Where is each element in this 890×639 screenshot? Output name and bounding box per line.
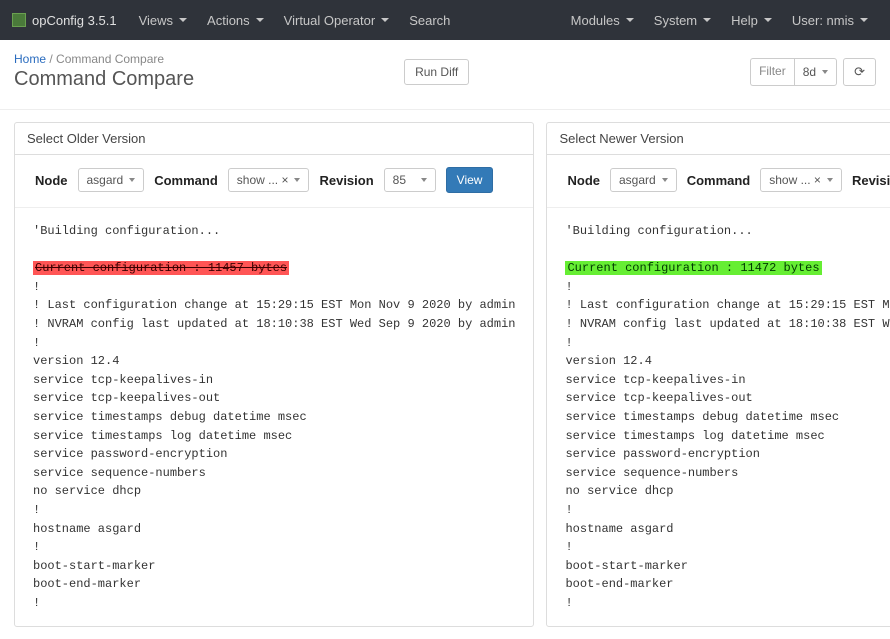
older-controls: Node asgard Command show ... × Revision … xyxy=(15,155,533,208)
navbar: opConfig 3.5.1 Views Actions Virtual Ope… xyxy=(0,0,890,40)
chevron-down-icon xyxy=(827,178,833,182)
newer-diff-line: Current configuration : 11472 bytes xyxy=(565,261,821,275)
older-diff-line: Current configuration : 11457 bytes xyxy=(33,261,289,275)
breadcrumb: Home / Command Compare xyxy=(14,52,194,66)
node-label: Node xyxy=(35,173,68,188)
nav-help[interactable]: Help xyxy=(721,13,782,28)
chevron-down-icon xyxy=(129,178,135,182)
brand-text: opConfig 3.5.1 xyxy=(32,13,117,28)
nav-user[interactable]: User: nmis xyxy=(782,13,878,28)
refresh-icon: ⟳ xyxy=(854,64,865,80)
nav-search[interactable]: Search xyxy=(399,13,460,28)
chevron-down-icon xyxy=(626,18,634,22)
older-node-select[interactable]: asgard xyxy=(78,168,145,192)
run-diff-button[interactable]: Run Diff xyxy=(404,59,469,85)
revision-label: Revision xyxy=(852,173,890,188)
newer-panel: Select Newer Version Node asgard Command… xyxy=(546,122,890,627)
nav-modules[interactable]: Modules xyxy=(561,13,644,28)
older-pre-text: 'Building configuration... xyxy=(33,224,220,238)
subheader-right: Filter 8d ⟳ xyxy=(750,58,876,86)
chevron-down-icon xyxy=(381,18,389,22)
command-label: Command xyxy=(687,173,751,188)
subheader: Home / Command Compare Command Compare R… xyxy=(0,40,890,110)
older-view-button[interactable]: View xyxy=(446,167,494,193)
older-post-text: ! ! Last configuration change at 15:29:1… xyxy=(33,280,515,610)
chevron-down-icon xyxy=(822,70,828,74)
older-panel-header: Select Older Version xyxy=(15,123,533,155)
nav-actions[interactable]: Actions xyxy=(197,13,274,28)
page-title: Command Compare xyxy=(14,68,194,91)
node-label: Node xyxy=(567,173,600,188)
filter-range-select[interactable]: 8d xyxy=(794,58,837,86)
navbar-right: Modules System Help User: nmis xyxy=(561,13,878,28)
chevron-down-icon xyxy=(421,178,427,182)
older-panel: Select Older Version Node asgard Command… xyxy=(14,122,534,627)
chevron-down-icon xyxy=(662,178,668,182)
newer-pre-text: 'Building configuration... xyxy=(565,224,752,238)
filter-group: Filter 8d xyxy=(750,58,837,86)
newer-code: 'Building configuration... Current confi… xyxy=(547,208,890,626)
brand: opConfig 3.5.1 xyxy=(12,13,117,28)
command-label: Command xyxy=(154,173,218,188)
chevron-down-icon xyxy=(703,18,711,22)
revision-label: Revision xyxy=(319,173,373,188)
nav-virtual-operator[interactable]: Virtual Operator xyxy=(274,13,400,28)
older-command-select[interactable]: show ... × xyxy=(228,168,310,192)
chevron-down-icon xyxy=(294,178,300,182)
refresh-button[interactable]: ⟳ xyxy=(843,58,876,86)
older-code: 'Building configuration... Current confi… xyxy=(15,208,533,626)
newer-panel-header: Select Newer Version xyxy=(547,123,890,155)
newer-node-select[interactable]: asgard xyxy=(610,168,677,192)
breadcrumb-current: Command Compare xyxy=(56,52,164,66)
chevron-down-icon xyxy=(256,18,264,22)
filter-label: Filter xyxy=(750,58,794,86)
chevron-down-icon xyxy=(860,18,868,22)
brand-icon xyxy=(12,13,26,27)
chevron-down-icon xyxy=(764,18,772,22)
nav-views[interactable]: Views xyxy=(129,13,197,28)
chevron-down-icon xyxy=(179,18,187,22)
older-revision-select[interactable]: 85 xyxy=(384,168,436,192)
newer-command-select[interactable]: show ... × xyxy=(760,168,842,192)
newer-post-text: ! ! Last configuration change at 15:29:1… xyxy=(565,280,890,610)
panels: Select Older Version Node asgard Command… xyxy=(0,110,890,639)
nav-system[interactable]: System xyxy=(644,13,721,28)
newer-controls: Node asgard Command show ... × Revision … xyxy=(547,155,890,208)
breadcrumb-home[interactable]: Home xyxy=(14,52,46,66)
